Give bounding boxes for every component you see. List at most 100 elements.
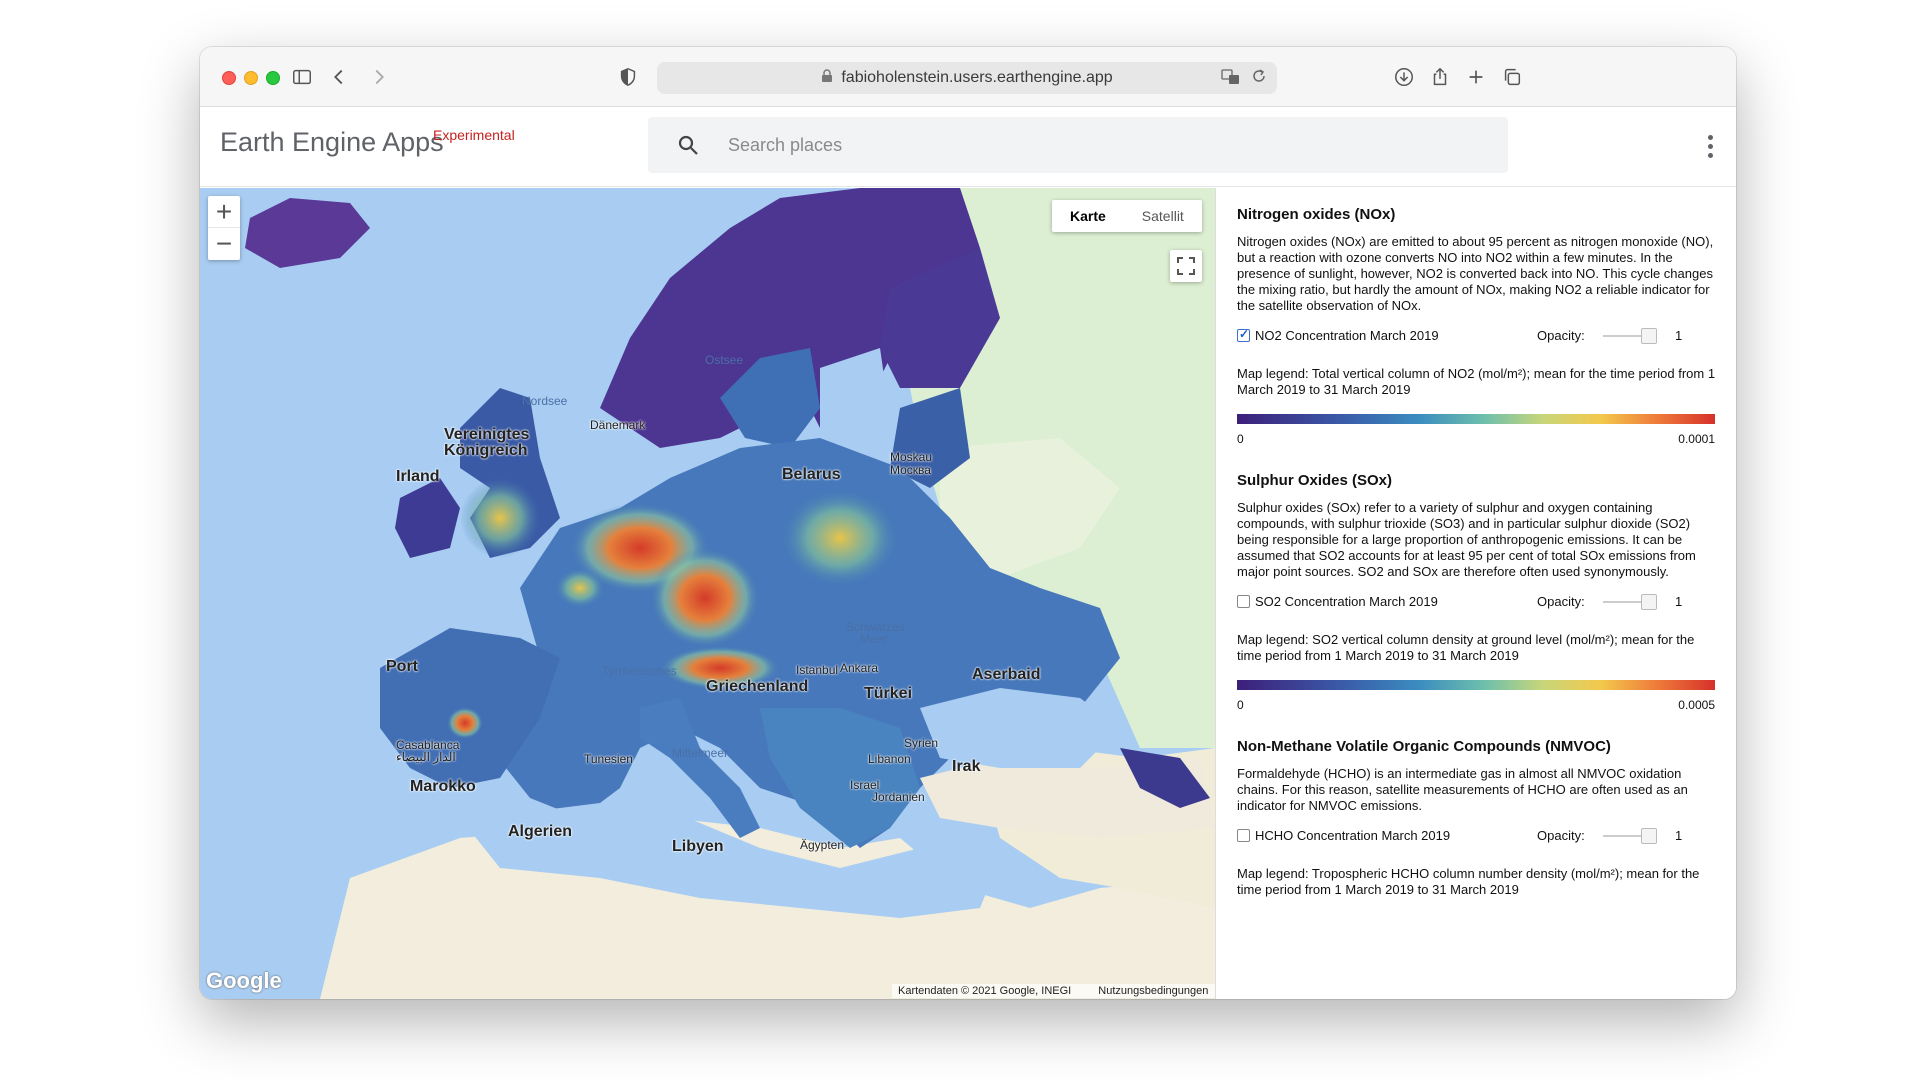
rhine-hotspot xyxy=(650,548,760,648)
zoom-control: + − xyxy=(208,196,240,260)
opacity-slider-handle[interactable] xyxy=(1641,594,1657,610)
zoom-out-button[interactable]: − xyxy=(208,228,240,260)
downloads-icon[interactable] xyxy=(1390,63,1418,91)
iceland-layer xyxy=(245,198,370,268)
label-istanbul: Istanbul xyxy=(796,663,839,677)
tab-overview-icon[interactable] xyxy=(1498,63,1526,91)
fullscreen-button[interactable] xyxy=(1170,250,1202,282)
balkans-layer xyxy=(760,708,920,848)
zoom-in-button[interactable]: + xyxy=(208,196,240,228)
scale-min: 0 xyxy=(1237,698,1244,712)
scale-max: 0.0005 xyxy=(1678,698,1715,712)
scale-min: 0 xyxy=(1237,432,1244,446)
paris-hotspot xyxy=(555,568,605,608)
opacity-label: Opacity: xyxy=(1537,828,1585,843)
label-agypten: Ägypten xyxy=(800,838,845,852)
fullscreen-icon xyxy=(1177,257,1195,275)
legend-text: Map legend: Total vertical column of NO2… xyxy=(1237,366,1716,397)
app-title: Earth Engine Apps xyxy=(220,127,444,157)
search-input[interactable] xyxy=(728,131,1468,159)
google-logo: Google xyxy=(206,968,282,993)
england-hotspot xyxy=(460,478,540,558)
browser-window: fabioholenstein.users.earthengine.app Ea xyxy=(200,47,1736,999)
opacity-label: Opacity: xyxy=(1537,328,1585,343)
share-icon[interactable] xyxy=(1426,63,1454,91)
section-title: Nitrogen oxides (NOx) xyxy=(1237,206,1396,223)
section-nmvoc: Non-Methane Volatile Organic Compounds (… xyxy=(1237,738,1716,898)
label-tunesien: Tunesien xyxy=(584,752,633,766)
color-scale xyxy=(1237,414,1715,424)
terms-link[interactable]: Nutzungsbedingungen xyxy=(1098,985,1208,997)
section-sox: Sulphur Oxides (SOx) Sulphur oxides (SOx… xyxy=(1237,472,1716,716)
opacity-slider-handle[interactable] xyxy=(1641,328,1657,344)
opacity-value: 1 xyxy=(1675,328,1683,343)
section-description: Sulphur oxides (SOx) refer to a variety … xyxy=(1237,500,1696,579)
label-griechenland: Griechenland xyxy=(706,678,809,695)
label-syrien: Syrien xyxy=(904,736,939,750)
label-jordanien: Jordanien xyxy=(872,790,925,804)
hcho-layer-checkbox[interactable] xyxy=(1237,829,1250,842)
opacity-label: Opacity: xyxy=(1537,594,1585,609)
map-attribution: Kartendaten © 2021 Google, INEGI Nutzung… xyxy=(892,984,1215,998)
color-scale xyxy=(1237,680,1715,690)
map-view[interactable]: + − Karte Satellit Nordsee Ostsee Verein… xyxy=(200,188,1215,999)
minimize-window-button[interactable] xyxy=(244,71,258,85)
label-nordsee: Nordsee xyxy=(522,394,568,408)
url-text: fabioholenstein.users.earthengine.app xyxy=(841,69,1113,86)
legend-text: Map legend: Tropospheric HCHO column num… xyxy=(1237,866,1700,897)
translate-icon[interactable] xyxy=(1221,68,1241,91)
label-portugal: Port xyxy=(386,658,418,675)
label-danemark: Dänemark xyxy=(590,418,646,432)
layer-name: HCHO Concentration March 2019 xyxy=(1255,828,1451,843)
browser-toolbar: fabioholenstein.users.earthengine.app xyxy=(200,47,1736,107)
layer-name: SO2 Concentration March 2019 xyxy=(1255,594,1438,609)
search-icon[interactable] xyxy=(676,133,700,162)
map-type-control: Karte Satellit xyxy=(1052,200,1202,232)
label-irland: Irland xyxy=(396,468,440,485)
back-icon[interactable] xyxy=(325,63,353,91)
opacity-value: 1 xyxy=(1675,594,1683,609)
sidebar-toggle-icon[interactable] xyxy=(288,63,316,91)
poland-hotspot xyxy=(780,488,900,588)
label-tyrrhenisches: Tyrrhenisches xyxy=(602,664,677,678)
new-tab-icon[interactable] xyxy=(1462,63,1490,91)
map-type-satellit-button[interactable]: Satellit xyxy=(1124,200,1202,232)
map-type-karte-button[interactable]: Karte xyxy=(1052,200,1124,232)
reload-icon[interactable] xyxy=(1251,68,1267,91)
label-irak: Irak xyxy=(952,758,981,775)
label-casablanca-ar: الدار البيضاء xyxy=(396,750,456,764)
layer-row-so2: SO2 Concentration March 2019 Opacity: 1 xyxy=(1237,592,1716,612)
legend-text: Map legend: SO2 vertical column density … xyxy=(1237,632,1695,663)
map-canvas xyxy=(245,188,1215,999)
section-description: Nitrogen oxides (NOx) are emitted to abo… xyxy=(1237,234,1714,313)
label-marokko: Marokko xyxy=(410,778,476,795)
so2-layer-checkbox[interactable] xyxy=(1237,595,1250,608)
color-scale-range: 0 0.0001 xyxy=(1237,432,1715,450)
no2-layer-checkbox[interactable] xyxy=(1237,327,1250,342)
forward-icon[interactable] xyxy=(365,63,393,91)
label-turkei: Türkei xyxy=(864,685,913,702)
label-ankara: Ankara xyxy=(840,661,879,675)
section-title: Sulphur Oxides (SOx) xyxy=(1237,472,1393,489)
opacity-value: 1 xyxy=(1675,828,1683,843)
scale-max: 0.0001 xyxy=(1678,432,1715,446)
ireland-layer xyxy=(395,478,460,558)
opacity-slider-handle[interactable] xyxy=(1641,828,1657,844)
label-belarus: Belarus xyxy=(782,466,841,483)
madrid-hotspot xyxy=(447,707,483,739)
more-options-icon[interactable] xyxy=(1706,135,1714,161)
search-box xyxy=(648,117,1508,173)
label-aserbaidschan: Aserbaid xyxy=(972,666,1041,683)
attribution-text: Kartendaten © 2021 Google, INEGI xyxy=(898,985,1072,997)
label-algerien: Algerien xyxy=(508,823,573,840)
close-window-button[interactable] xyxy=(222,71,236,85)
zoom-window-button[interactable] xyxy=(266,71,280,85)
label-mittelmeer: Mittelmeer xyxy=(672,746,729,760)
address-bar[interactable]: fabioholenstein.users.earthengine.app xyxy=(657,62,1277,94)
privacy-shield-icon[interactable] xyxy=(614,63,642,91)
label-libyen: Libyen xyxy=(672,838,724,855)
layer-row-hcho: HCHO Concentration March 2019 Opacity: 1 xyxy=(1237,826,1716,846)
lock-icon xyxy=(821,68,833,88)
label-ostsee: Ostsee xyxy=(705,353,744,367)
section-description: Formaldehyde (HCHO) is an intermediate g… xyxy=(1237,766,1688,813)
